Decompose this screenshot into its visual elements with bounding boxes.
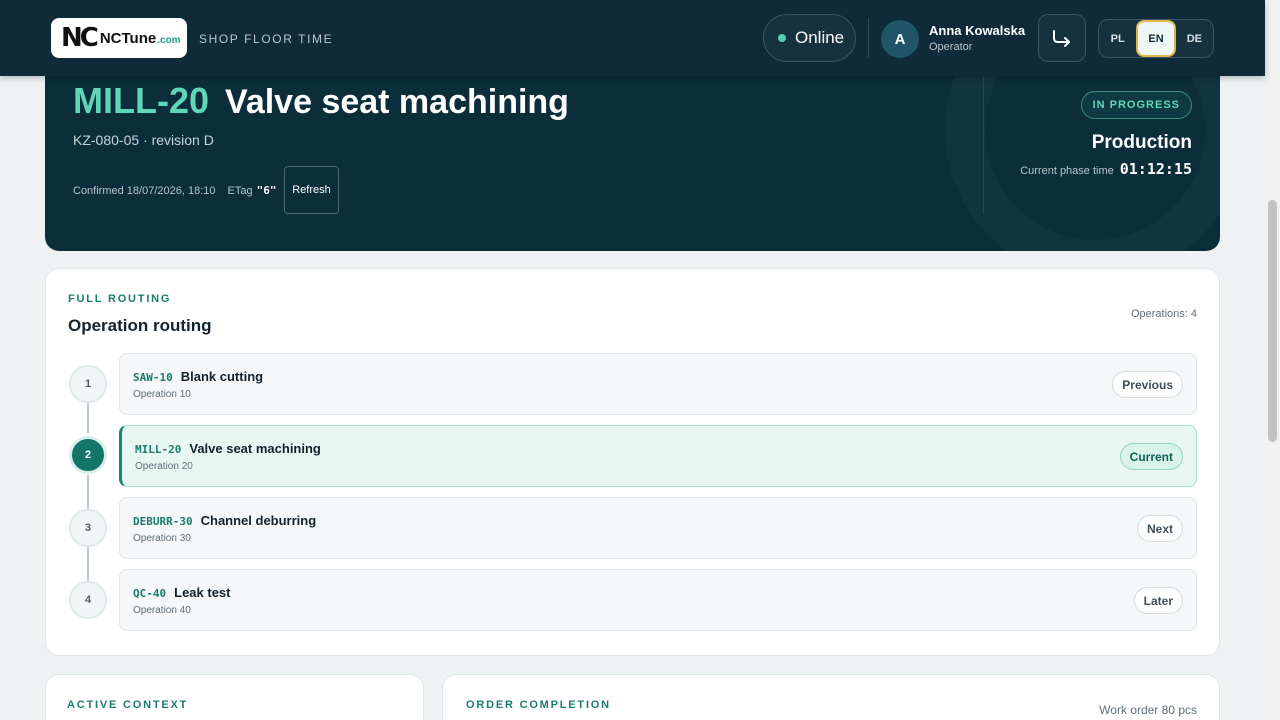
operation-number: Operation 20	[135, 461, 193, 472]
phase-name: Production	[1091, 132, 1192, 153]
nctune-logo[interactable]: NC NCTune .com	[51, 18, 187, 58]
operation-row-current[interactable]: MILL-20 Valve seat machining Operation 2…	[119, 425, 1197, 487]
operation-code: MILL-20	[73, 80, 210, 121]
phase-time-label: Current phase time	[1020, 165, 1114, 177]
status-badge: IN PROGRESS	[1080, 91, 1192, 119]
confirmation-meta: Confirmed 18/07/2026, 18:10 ETag "6"	[73, 184, 276, 197]
operation-row[interactable]: QC-40 Leak test Operation 40 Later	[119, 569, 1197, 631]
operation-name: Valve seat machining	[189, 441, 321, 456]
logo-text: NCTune	[99, 29, 157, 47]
step-number: 1	[69, 365, 107, 403]
etag-value: "6"	[256, 184, 277, 197]
logo-mark: NC	[61, 23, 99, 53]
operation-row[interactable]: DEBURR-30 Channel deburring Operation 30…	[119, 497, 1197, 559]
user-name: Anna Kowalska	[929, 23, 1026, 38]
confirmed-timestamp: Confirmed 18/07/2026, 18:10	[73, 184, 216, 197]
order-completion-card: ORDER COMPLETION Work order 80 pcs	[442, 674, 1220, 720]
user-role: Operator	[929, 41, 973, 53]
etag-label: ETag	[227, 184, 253, 197]
operation-status-badge: Current	[1119, 443, 1183, 470]
page-scrollbar-thumb[interactable]	[1268, 200, 1277, 442]
active-context-eyebrow: ACTIVE CONTEXT	[67, 699, 189, 711]
operation-code: MILL-20	[135, 443, 182, 456]
operation-name: Blank cutting	[180, 369, 264, 384]
lang-en-button[interactable]: EN	[1136, 20, 1176, 57]
hero-divider	[983, 74, 984, 214]
operations-count: Operations: 4	[1130, 308, 1197, 320]
routing-eyebrow: FULL ROUTING	[68, 293, 172, 305]
part-info: KZ-080-05 · revision D	[73, 132, 214, 148]
operation-number: Operation 10	[133, 389, 191, 400]
operation-name: Leak test	[174, 585, 231, 600]
avatar: A	[881, 20, 919, 58]
operation-code: DEBURR-30	[133, 515, 193, 528]
header-divider	[868, 18, 869, 58]
connection-status-label: Online	[795, 28, 845, 47]
operation-status-badge: Next	[1136, 515, 1183, 542]
order-completion-eyebrow: ORDER COMPLETION	[466, 699, 611, 711]
connection-status[interactable]: Online	[763, 14, 856, 62]
timeline-connector	[87, 547, 89, 581]
top-bar: NC NCTune .com SHOP FLOOR TIME Online A …	[0, 0, 1265, 76]
step-number: 3	[69, 509, 107, 547]
operation-number: Operation 40	[133, 605, 191, 616]
logo-domain: .com	[157, 34, 181, 46]
operation-code: QC-40	[133, 587, 167, 600]
operation-status-badge: Previous	[1112, 371, 1183, 398]
app-subtitle: SHOP FLOOR TIME	[199, 32, 334, 46]
operation-name: Valve seat machining	[225, 83, 569, 121]
operation-number: Operation 30	[133, 533, 191, 544]
page-title: MILL-20 Valve seat machining	[73, 80, 569, 122]
timeline-connector	[87, 403, 89, 433]
routing-title: Operation routing	[68, 316, 212, 335]
phase-timer: Current phase time 01:12:15	[1020, 160, 1192, 178]
routing-card: FULL ROUTING Operation routing Operation…	[45, 268, 1220, 656]
operation-row[interactable]: SAW-10 Blank cutting Operation 10 Previo…	[119, 353, 1197, 415]
logout-arrow-icon	[1053, 30, 1070, 47]
lang-de-button[interactable]: DE	[1176, 21, 1213, 56]
operation-name: Channel deburring	[200, 513, 317, 528]
active-context-card: ACTIVE CONTEXT	[45, 674, 424, 720]
step-number-current: 2	[69, 436, 107, 474]
timeline-connector	[87, 475, 89, 509]
phase-time-value: 01:12:15	[1119, 160, 1192, 178]
logout-button[interactable]	[1038, 14, 1086, 62]
operation-status-badge: Later	[1133, 587, 1183, 614]
language-switcher: PL EN DE	[1098, 19, 1214, 58]
refresh-button[interactable]: Refresh	[284, 166, 339, 214]
operation-code: SAW-10	[133, 371, 173, 384]
work-order-quantity: Work order 80 pcs	[1099, 703, 1197, 717]
step-number: 4	[69, 581, 107, 619]
status-dot-icon	[778, 34, 786, 42]
lang-pl-button[interactable]: PL	[1099, 21, 1136, 56]
